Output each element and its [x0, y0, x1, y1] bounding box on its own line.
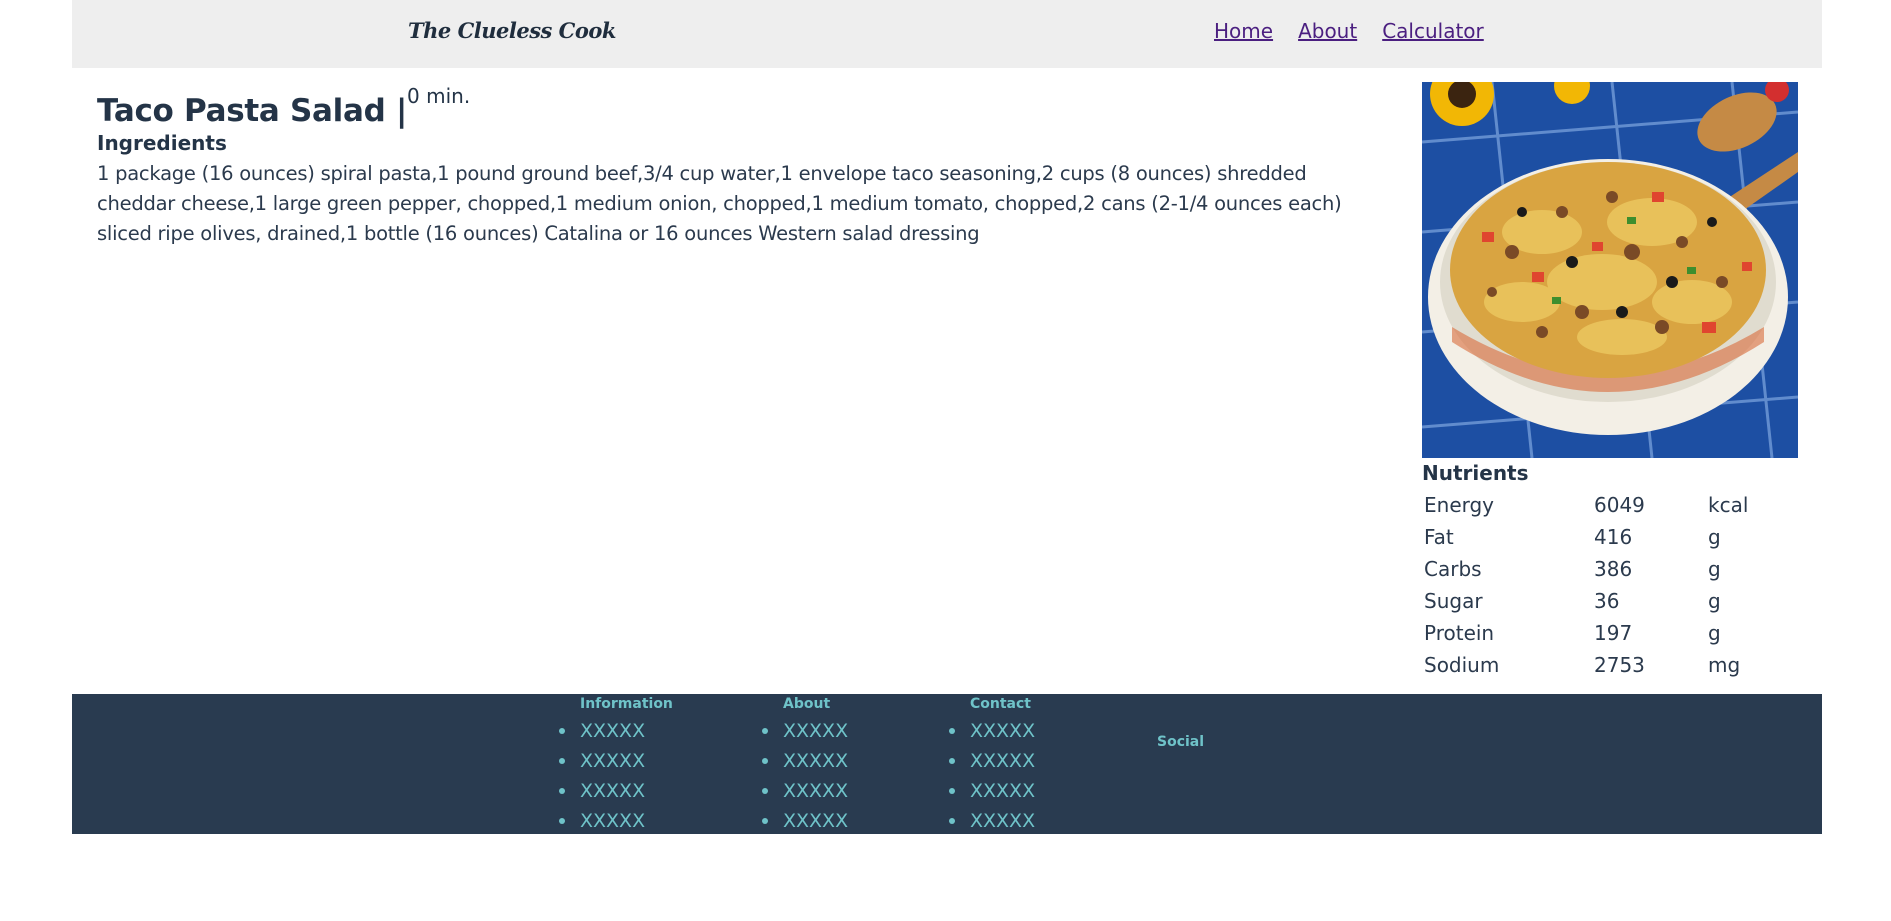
list-item: XXXXX — [761, 776, 848, 806]
recipe-title-text: Taco Pasta Salad | — [97, 93, 408, 129]
nav-about-link[interactable]: About — [1298, 19, 1357, 43]
list-item: XXXXX — [558, 806, 645, 836]
nutrient-value: 36 — [1594, 589, 1620, 613]
ingredients-heading: Ingredients — [97, 131, 227, 155]
nutrient-value: 6049 — [1594, 493, 1645, 517]
footer-link[interactable]: XXXXX — [970, 720, 1035, 742]
footer-link[interactable]: XXXXX — [783, 810, 848, 832]
footer-list: XXXXX XXXXX XXXXX XXXXX — [948, 716, 1035, 836]
nav-calculator-link[interactable]: Calculator — [1382, 19, 1484, 43]
nutrient-name: Energy — [1424, 493, 1495, 517]
footer-link[interactable]: XXXXX — [580, 810, 645, 832]
list-item: XXXXX — [948, 746, 1035, 776]
nutrient-unit: g — [1708, 525, 1721, 549]
footer-link[interactable]: XXXXX — [783, 720, 848, 742]
nutrient-unit: g — [1708, 557, 1721, 581]
main-nav: Home About Calculator — [1214, 19, 1484, 43]
nutrient-unit: g — [1708, 589, 1721, 613]
footer-heading: About — [783, 696, 831, 712]
footer-link[interactable]: XXXXX — [970, 750, 1035, 772]
footer-link[interactable]: XXXXX — [970, 780, 1035, 802]
table-row: Carbs 386 g — [1422, 553, 1788, 585]
footer-social-heading: Social — [1157, 734, 1205, 750]
recipe-title: Taco Pasta Salad |0 min. — [97, 84, 470, 129]
nutrients-heading: Nutrients — [1422, 461, 1529, 485]
list-item: XXXXX — [761, 716, 848, 746]
nutrient-name: Sugar — [1424, 589, 1483, 613]
nutrient-name: Protein — [1424, 621, 1495, 645]
nutrient-name: Carbs — [1424, 557, 1482, 581]
footer-link[interactable]: XXXXX — [783, 780, 848, 802]
footer-heading: Information — [580, 696, 673, 712]
footer-link[interactable]: XXXXX — [580, 720, 645, 742]
footer-list: XXXXX XXXXX XXXXX XXXXX — [558, 716, 645, 836]
site-footer: Information XXXXX XXXXX XXXXX XXXXX Abou… — [72, 694, 1822, 834]
list-item: XXXXX — [761, 806, 848, 836]
footer-link[interactable]: XXXXX — [580, 780, 645, 802]
list-item: XXXXX — [558, 776, 645, 806]
nav-home-link[interactable]: Home — [1214, 19, 1273, 43]
table-row: Energy 6049 kcal — [1422, 489, 1788, 521]
page: The Clueless Cook Home About Calculator … — [0, 0, 1891, 921]
recipe-time: 0 min. — [407, 84, 471, 108]
nutrient-name: Sodium — [1424, 653, 1500, 677]
ingredients-text: 1 package (16 ounces) spiral pasta,1 pou… — [97, 162, 1342, 245]
table-row: Protein 197 g — [1422, 617, 1788, 649]
list-item: XXXXX — [558, 746, 645, 776]
footer-link[interactable]: XXXXX — [783, 750, 848, 772]
list-item: XXXXX — [761, 746, 848, 776]
list-item: XXXXX — [558, 716, 645, 746]
list-item: XXXXX — [948, 806, 1035, 836]
nutrient-value: 386 — [1594, 557, 1633, 581]
table-row: Sodium 2753 mg — [1422, 649, 1788, 681]
site-header: The Clueless Cook Home About Calculator — [72, 0, 1822, 68]
nutrient-unit: mg — [1708, 653, 1741, 677]
nutrient-unit: g — [1708, 621, 1721, 645]
nutrient-value: 416 — [1594, 525, 1633, 549]
list-item: XXXXX — [948, 716, 1035, 746]
footer-link[interactable]: XXXXX — [580, 750, 645, 772]
footer-link[interactable]: XXXXX — [970, 810, 1035, 832]
footer-heading: Contact — [970, 696, 1031, 712]
recipe-photo — [1422, 82, 1798, 458]
nutrients-table: Energy 6049 kcal Fat 416 g Carbs 386 g S… — [1422, 489, 1788, 681]
nutrient-value: 2753 — [1594, 653, 1645, 677]
table-row: Fat 416 g — [1422, 521, 1788, 553]
site-logo[interactable]: The Clueless Cook — [408, 18, 616, 43]
nutrient-name: Fat — [1424, 525, 1454, 549]
footer-list: XXXXX XXXXX XXXXX XXXXX — [761, 716, 848, 836]
nutrient-value: 197 — [1594, 621, 1633, 645]
nutrient-unit: kcal — [1708, 493, 1749, 517]
list-item: XXXXX — [948, 776, 1035, 806]
table-row: Sugar 36 g — [1422, 585, 1788, 617]
